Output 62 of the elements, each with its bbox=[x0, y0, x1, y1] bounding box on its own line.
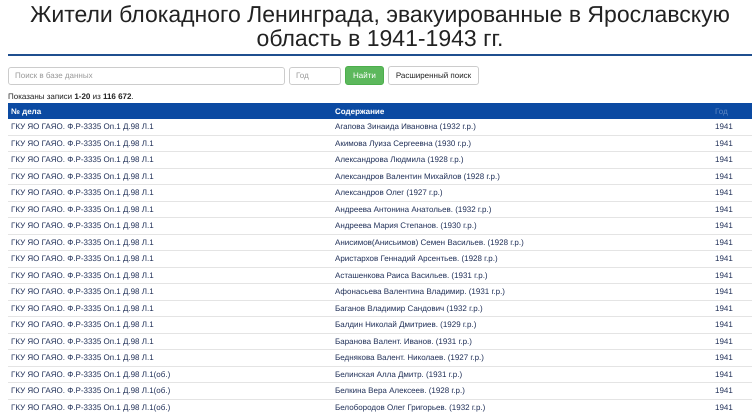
table-cell-text: ГКУ ЯО ГАЯО. Ф.Р-3335 Оп.1 Д.98 Л.1(об.) bbox=[10, 370, 172, 379]
table-cell-text: Белинская Алла Дмитр. (1931 г.р.) bbox=[334, 370, 464, 379]
search-field[interactable]: Поиск в базе данных bbox=[8, 66, 285, 84]
table-cell-text: 1941 bbox=[714, 287, 734, 296]
table-cell-text: ГКУ ЯО ГАЯО. Ф.Р-3335 Оп.1 Д.98 Л.1 bbox=[10, 155, 155, 164]
results-summary: Показаны записи 1-20 из 116 672. bbox=[8, 92, 135, 101]
table-cell-text: 1941 bbox=[714, 254, 734, 264]
table-cell-text: 1941 bbox=[714, 320, 734, 330]
table-cell-text: 1941 bbox=[714, 188, 734, 198]
table-cell-text: 1941 bbox=[714, 138, 734, 148]
table-cell-text: Балдин Николай Дмитриев. (1929 г.р.) bbox=[334, 320, 478, 330]
advanced-search-button[interactable]: Расширенный поиск bbox=[388, 66, 480, 85]
table-cell-text: Баранова Валент. Иванов. (1931 г.р.) bbox=[334, 336, 473, 346]
table-cell-text: Асташенкова Раиса Васильев. (1931 г.р.) bbox=[334, 270, 489, 280]
table-cell-text: Баганов Владимир Сандович (1932 г.р.) bbox=[334, 304, 484, 313]
table-cell-text: 1941 bbox=[714, 221, 734, 230]
table-cell-text: Аристархов Геннадий Арсентьев. (1928 г.р.) bbox=[334, 254, 499, 264]
column-header: Содержание bbox=[334, 106, 386, 116]
table-cell-text: Афонасьева Валентина Владимир. (1931 г.р.) bbox=[334, 287, 506, 296]
table-cell-text: ГКУ ЯО ГАЯО. Ф.Р-3335 Оп.1 Д.98 Л.1 bbox=[10, 122, 155, 132]
table-cell-text: 1941 bbox=[714, 204, 734, 214]
table-cell-text: Белкина Вера Алексеев. (1928 г.р.) bbox=[334, 386, 466, 396]
table-cell-text: 1941 bbox=[714, 270, 734, 280]
table-cell-text: ГКУ ЯО ГАЯО. Ф.Р-3335 Оп.1 Д.98 Л.1 bbox=[10, 238, 155, 247]
table-cell-text: ГКУ ЯО ГАЯО. Ф.Р-3335 Оп.1 Д.98 Л.1 bbox=[10, 304, 155, 313]
table-cell-text: ГКУ ЯО ГАЯО. Ф.Р-3335 Оп.1 Д.98 Л.1 bbox=[10, 138, 155, 148]
table-cell-text: ГКУ ЯО ГАЯО. Ф.Р-3335 Оп.1 Д.98 Л.1(об.) bbox=[10, 386, 172, 396]
table-cell-text: 1941 bbox=[714, 155, 734, 164]
table-cell-text: Александрова Людмила (1928 г.р.) bbox=[334, 155, 465, 164]
table-cell-text: 1941 bbox=[714, 353, 734, 362]
table-cell-text: Александров Олег (1927 г.р.) bbox=[334, 188, 444, 198]
table-cell-text: 1941 bbox=[714, 386, 734, 396]
table-cell-text: 1941 bbox=[714, 336, 734, 346]
table-cell-text: 1941 bbox=[714, 402, 734, 412]
table-cell-text: Андреева Мария Степанов. (1930 г.р.) bbox=[334, 221, 478, 230]
table-cell-text: Анисимов(Анисьимов) Семен Васильев. (1928 г.р.) bbox=[334, 238, 525, 247]
table-cell-text: ГКУ ЯО ГАЯО. Ф.Р-3335 Оп.1 Д.98 Л.1 bbox=[10, 204, 155, 214]
table-cell-text: Беднякова Валент. Николаев. (1927 г.р.) bbox=[334, 353, 485, 362]
table-cell-text: ГКУ ЯО ГАЯО. Ф.Р-3335 Оп.1 Д.98 Л.1 bbox=[10, 336, 155, 346]
table-cell-text: ГКУ ЯО ГАЯО. Ф.Р-3335 Оп.1 Д.98 Л.1 bbox=[10, 172, 155, 181]
table-cell-text: Акимова Луиза Сергеевна (1930 г.р.) bbox=[334, 138, 472, 148]
table-cell-text: ГКУ ЯО ГАЯО. Ф.Р-3335 Оп.1 Д.98 Л.1(об.) bbox=[10, 402, 172, 412]
table-cell-text: ГКУ ЯО ГАЯО. Ф.Р-3335 Оп.1 Д.98 Л.1 bbox=[10, 254, 155, 264]
column-header: Год bbox=[714, 106, 729, 116]
table-cell-text: ГКУ ЯО ГАЯО. Ф.Р-3335 Оп.1 Д.98 Л.1 bbox=[10, 270, 155, 280]
table-cell-text: Агапова Зинаида Ивановна (1932 г.р.) bbox=[334, 122, 477, 132]
column-header: № дела bbox=[10, 106, 42, 116]
table-cell-text: Александров Валентин Михайлов (1928 г.р.) bbox=[334, 172, 501, 181]
table-cell-text: 1941 bbox=[714, 122, 734, 132]
table-cell-text: 1941 bbox=[714, 172, 734, 181]
table-cell-text: 1941 bbox=[714, 238, 734, 247]
table-cell-text: Белобородов Олег Григорьев. (1932 г.р.) bbox=[334, 402, 486, 412]
table-cell-text: 1941 bbox=[714, 304, 734, 313]
year-field[interactable]: Год bbox=[289, 66, 341, 84]
table-cell-text: ГКУ ЯО ГАЯО. Ф.Р-3335 Оп.1 Д.98 Л.1 bbox=[10, 188, 155, 198]
page-title: Жители блокадного Ленинграда, эвакуированные в Ярославскую область в 1941-1943 гг. bbox=[8, 0, 752, 56]
table-cell-text: ГКУ ЯО ГАЯО. Ф.Р-3335 Оп.1 Д.98 Л.1 bbox=[10, 320, 155, 330]
table-cell-text: ГКУ ЯО ГАЯО. Ф.Р-3335 Оп.1 Д.98 Л.1 bbox=[10, 353, 155, 362]
table-cell-text: Андреева Антонина Анатольев. (1932 г.р.) bbox=[334, 204, 492, 214]
table-cell-text: ГКУ ЯО ГАЯО. Ф.Р-3335 Оп.1 Д.98 Л.1 bbox=[10, 221, 155, 230]
table-cell-text: 1941 bbox=[714, 370, 734, 379]
table-cell-text: ГКУ ЯО ГАЯО. Ф.Р-3335 Оп.1 Д.98 Л.1 bbox=[10, 287, 155, 296]
